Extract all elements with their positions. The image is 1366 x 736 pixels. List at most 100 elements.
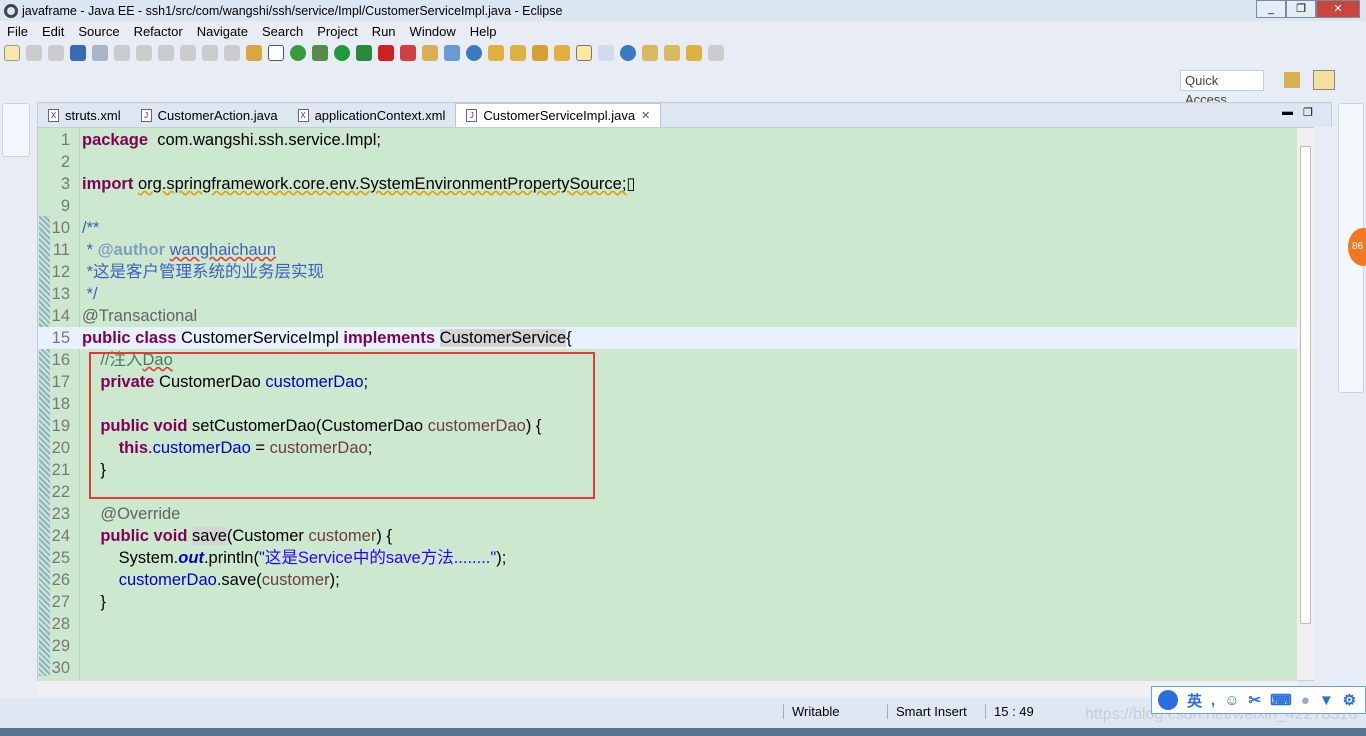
highlight-box bbox=[89, 352, 595, 499]
code-token: ) { bbox=[376, 527, 392, 545]
skin-icon[interactable]: ▼ bbox=[1319, 692, 1334, 709]
file-icon: J bbox=[466, 109, 478, 122]
line-number: 13 bbox=[51, 285, 70, 303]
close-button[interactable]: ✕ bbox=[1316, 0, 1360, 18]
show-whitespace-icon[interactable] bbox=[598, 45, 614, 61]
minimize-editor-icon[interactable]: ▬ bbox=[1282, 106, 1293, 118]
horizontal-scrollbar[interactable] bbox=[38, 680, 1298, 696]
menu-help[interactable]: Help bbox=[463, 22, 504, 42]
scissors-icon[interactable]: ✂ bbox=[1249, 691, 1262, 709]
use-step-filters-icon[interactable] bbox=[246, 45, 262, 61]
punctuation-icon[interactable]: , bbox=[1211, 692, 1215, 709]
suspend-icon[interactable] bbox=[136, 45, 152, 61]
mark-occurrences-icon[interactable] bbox=[576, 45, 592, 61]
java-ee-perspective-icon[interactable] bbox=[1313, 70, 1335, 90]
line-number: 22 bbox=[51, 483, 70, 501]
code-line: 12 *这是客户管理系统的业务层实现 bbox=[38, 261, 1298, 283]
person-icon[interactable]: ● bbox=[1301, 692, 1310, 709]
step-over-icon[interactable] bbox=[202, 45, 218, 61]
line-number: 24 bbox=[51, 527, 70, 545]
run-server-icon[interactable] bbox=[356, 45, 372, 61]
refresh-icon[interactable] bbox=[290, 45, 306, 61]
globe-icon[interactable] bbox=[620, 45, 636, 61]
console-icon[interactable] bbox=[70, 45, 86, 61]
web-browser-icon[interactable] bbox=[466, 45, 482, 61]
maximize-editor-icon[interactable]: ❐ bbox=[1303, 106, 1313, 119]
left-minimized-panel[interactable] bbox=[2, 103, 30, 157]
keyboard-icon[interactable]: ⌨ bbox=[1270, 691, 1292, 709]
ime-language[interactable]: 英 bbox=[1187, 690, 1202, 711]
code-token: com.wangshi.ssh.service.Impl; bbox=[148, 131, 381, 149]
save-all-icon[interactable] bbox=[48, 45, 64, 61]
line-number: 1 bbox=[60, 131, 70, 149]
code-token: org.springframework.core.env.SystemEnvir… bbox=[137, 175, 627, 193]
line-number: 25 bbox=[51, 549, 70, 567]
stop-icon[interactable] bbox=[378, 45, 394, 61]
terminate-icon[interactable] bbox=[158, 45, 174, 61]
open-type-icon[interactable] bbox=[444, 45, 460, 61]
code-token: customer bbox=[308, 527, 377, 545]
menu-refactor[interactable]: Refactor bbox=[127, 22, 190, 42]
menu-edit[interactable]: Edit bbox=[35, 22, 71, 42]
tab-customerserviceimpl-java[interactable]: J CustomerServiceImpl.java ✕ bbox=[455, 103, 662, 127]
tab-label: CustomerAction.java bbox=[157, 107, 278, 123]
menu-file[interactable]: File bbox=[0, 22, 35, 42]
quick-access-input[interactable]: Quick Access bbox=[1180, 70, 1264, 107]
menu-project[interactable]: Project bbox=[310, 22, 364, 42]
new-icon[interactable] bbox=[4, 45, 20, 61]
line-number: 20 bbox=[51, 439, 70, 457]
open-folder-icon[interactable] bbox=[488, 45, 504, 61]
tab-customeraction-java[interactable]: J CustomerAction.java bbox=[131, 103, 288, 127]
save-icon[interactable] bbox=[26, 45, 42, 61]
menu-run[interactable]: Run bbox=[365, 22, 403, 42]
close-tab-icon[interactable]: ✕ bbox=[641, 109, 650, 122]
forward-icon[interactable] bbox=[708, 45, 724, 61]
new-java-class-icon[interactable] bbox=[422, 45, 438, 61]
settings-icon[interactable]: ⚙ bbox=[1343, 691, 1356, 709]
code-token: @author bbox=[97, 241, 166, 259]
code-line: 14 @Transactional bbox=[38, 305, 1298, 327]
code-line: 27 } bbox=[38, 591, 1298, 613]
step-into-icon[interactable] bbox=[180, 45, 196, 61]
file-icon: X bbox=[297, 108, 309, 122]
maximize-button[interactable]: ❐ bbox=[1286, 0, 1316, 18]
code-line: 25 System.out.println("这是Service中的save方法… bbox=[38, 547, 1298, 569]
code-line: 2 bbox=[38, 151, 1298, 173]
run-icon[interactable] bbox=[334, 45, 350, 61]
skip-breakpoints-icon[interactable] bbox=[92, 45, 108, 61]
writable-status: Writable bbox=[783, 704, 887, 719]
open-project-icon[interactable] bbox=[510, 45, 526, 61]
code-line: 3 import org.springframework.core.env.Sys… bbox=[38, 173, 1298, 195]
code-token: out bbox=[178, 549, 204, 567]
menu-window[interactable]: Window bbox=[403, 22, 463, 42]
vertical-scrollbar[interactable] bbox=[1297, 128, 1314, 680]
external-tools-icon[interactable] bbox=[400, 45, 416, 61]
menu-search[interactable]: Search bbox=[255, 22, 310, 42]
open-perspective-icon[interactable] bbox=[1284, 72, 1300, 88]
tab-label: applicationContext.xml bbox=[314, 107, 446, 123]
code-token: @Transactional bbox=[82, 307, 198, 325]
menu-navigate[interactable]: Navigate bbox=[190, 22, 255, 42]
user-icon[interactable] bbox=[1158, 690, 1178, 710]
code-token: public class bbox=[82, 329, 177, 347]
next-annotation-icon[interactable] bbox=[642, 45, 658, 61]
code-token: *这是客户管理系统的业务层实现 bbox=[82, 263, 325, 281]
toggle-block-selection-icon[interactable] bbox=[268, 45, 284, 61]
emoji-icon[interactable]: ☺ bbox=[1224, 692, 1239, 709]
minimize-button[interactable]: _ bbox=[1256, 0, 1286, 18]
resume-icon[interactable] bbox=[114, 45, 130, 61]
tab-struts-xml[interactable]: Xstruts.xml bbox=[38, 103, 131, 127]
step-return-icon[interactable] bbox=[224, 45, 240, 61]
line-number: 18 bbox=[51, 395, 70, 413]
code-token: customer bbox=[261, 571, 330, 589]
annotation-icon[interactable] bbox=[554, 45, 570, 61]
debug-icon[interactable] bbox=[312, 45, 328, 61]
code-token: wanghaichaun bbox=[169, 241, 277, 259]
tab-applicationcontext-xml[interactable]: XapplicationContext.xml bbox=[288, 103, 456, 127]
back-icon[interactable] bbox=[686, 45, 702, 61]
code-token: CustomerService bbox=[439, 329, 567, 347]
previous-annotation-icon[interactable] bbox=[664, 45, 680, 61]
menu-source[interactable]: Source bbox=[71, 22, 126, 42]
search-icon[interactable] bbox=[532, 45, 548, 61]
